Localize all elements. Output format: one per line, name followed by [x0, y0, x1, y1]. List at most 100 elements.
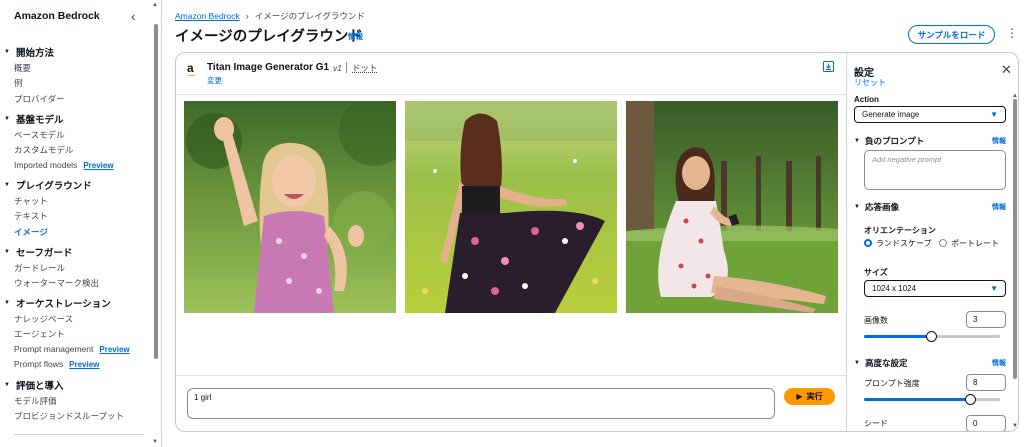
- sidebar-item-imported-models[interactable]: Imported models Preview: [14, 160, 114, 170]
- close-icon[interactable]: ✕: [1001, 62, 1012, 78]
- prompt-strength-input[interactable]: 8: [966, 374, 1006, 391]
- scroll-up-icon[interactable]: ▲: [152, 2, 158, 8]
- sidebar-item-guardrails[interactable]: ガードレール: [14, 262, 65, 274]
- sidebar-scrollbar[interactable]: [154, 24, 158, 359]
- image-count-slider[interactable]: [864, 331, 1000, 342]
- play-icon: ▶: [796, 392, 803, 401]
- model-mode[interactable]: ドット: [352, 62, 378, 74]
- sidebar-section-playground[interactable]: ▼ プレイグラウンド: [4, 178, 92, 192]
- sidebar-section-getting-started[interactable]: ▼ 開始方法: [4, 45, 54, 59]
- reset-link[interactable]: リセット: [854, 77, 886, 88]
- scroll-down-icon[interactable]: ▼: [1012, 423, 1018, 429]
- preview-badge[interactable]: Preview: [83, 161, 113, 170]
- sidebar-section-safeguards[interactable]: ▼ セーフガード: [4, 245, 72, 259]
- response-image-info-link[interactable]: 情報: [992, 202, 1006, 212]
- generated-image-1[interactable]: [184, 101, 396, 313]
- advanced-info-link[interactable]: 情報: [992, 358, 1006, 368]
- sidebar-item-providers[interactable]: プロバイダー: [14, 93, 65, 105]
- breadcrumb-current: イメージのプレイグラウンド: [254, 11, 365, 21]
- breadcrumb: Amazon Bedrock › イメージのプレイグラウンド: [175, 10, 365, 22]
- caret-down-icon: ▼: [854, 138, 860, 144]
- sidebar-item-agents[interactable]: エージェント: [14, 328, 65, 340]
- sidebar-section-orchestration[interactable]: ▼ オーケストレーション: [4, 296, 111, 310]
- caret-down-icon: ▼: [4, 300, 10, 306]
- run-button-label: 実行: [806, 392, 823, 401]
- prompt-input[interactable]: 1 girl: [187, 388, 775, 419]
- download-icon[interactable]: [823, 61, 834, 72]
- radio-unselected-icon: [939, 239, 947, 247]
- seed-label: シード: [864, 419, 888, 428]
- sidebar-item-custom-models[interactable]: カスタムモデル: [14, 144, 74, 156]
- generated-image-2[interactable]: [405, 101, 617, 313]
- orientation-portrait-radio[interactable]: ポートレート: [939, 238, 1009, 249]
- sidebar-title[interactable]: Amazon Bedrock: [14, 10, 100, 22]
- sidebar-item-model-evaluation[interactable]: モデル評価: [14, 395, 57, 407]
- action-label: Action: [854, 95, 879, 104]
- model-name: Titan Image Generator G1: [207, 62, 330, 73]
- caret-down-icon: ▼: [4, 182, 10, 188]
- negative-prompt-info-link[interactable]: 情報: [992, 136, 1006, 146]
- sidebar-item-prompt-flows[interactable]: Prompt flows Preview: [14, 359, 99, 369]
- sidebar-section-evaluation[interactable]: ▼ 評価と導入: [4, 378, 64, 392]
- generated-images-area: [176, 96, 846, 376]
- sidebar-item-overview[interactable]: 概要: [14, 62, 31, 74]
- size-label: サイズ: [864, 268, 888, 277]
- seed-input[interactable]: 0: [966, 415, 1006, 431]
- playground-panel: a Titan Image Generator G1 v1 ドット 変更 1 g…: [175, 52, 1019, 432]
- chevron-right-icon: ›: [245, 11, 249, 21]
- load-sample-button[interactable]: サンプルをロード: [908, 25, 995, 44]
- size-select[interactable]: 1024 x 1024 ▼: [864, 280, 1006, 297]
- settings-panel: 設定 リセット ✕ Action Generate image ▼ ▼ 負のプロ…: [846, 53, 1018, 431]
- sidebar-item-watermark-detection[interactable]: ウォーターマーク検出: [14, 277, 99, 289]
- caret-down-icon: ▼: [4, 249, 10, 255]
- run-button[interactable]: ▶ 実行: [784, 388, 835, 405]
- caret-down-icon: ▼: [854, 204, 860, 210]
- sidebar: Amazon Bedrock ‹ ▼ 開始方法 概要 例 プロバイダー ▼ 基盤モデ…: [0, 0, 162, 447]
- sidebar-item-prompt-management[interactable]: Prompt management Preview: [14, 344, 130, 354]
- action-select[interactable]: Generate image ▼: [854, 106, 1006, 123]
- more-options-icon[interactable]: ⋮: [1006, 26, 1018, 40]
- preview-badge[interactable]: Preview: [99, 345, 129, 354]
- slider-thumb[interactable]: [965, 394, 977, 405]
- image-count-label: 画像数: [864, 316, 888, 325]
- breadcrumb-root-link[interactable]: Amazon Bedrock: [175, 11, 240, 21]
- sidebar-item-knowledge-bases[interactable]: ナレッジベース: [14, 313, 73, 325]
- sidebar-item-chat[interactable]: チャット: [14, 195, 48, 207]
- prompt-area: 1 girl ▶ 実行: [176, 375, 846, 431]
- model-separator: [346, 62, 347, 73]
- negative-prompt-input[interactable]: Add negative prompt: [864, 150, 1006, 190]
- response-image-section[interactable]: ▼ 応答画像 情報: [854, 201, 1006, 213]
- sidebar-item-provisioned-throughput[interactable]: プロビジョンドスループット: [14, 410, 124, 422]
- page-title: イメージのプレイグラウンド: [175, 29, 363, 45]
- prompt-strength-slider[interactable]: [864, 394, 1000, 405]
- caret-down-icon: ▼: [4, 382, 10, 388]
- orientation-label: オリエンテーション: [864, 226, 936, 235]
- radio-selected-icon: [864, 239, 872, 247]
- settings-scrollbar[interactable]: [1013, 99, 1017, 379]
- orientation-landscape-radio[interactable]: ランドスケープ: [864, 238, 939, 249]
- generated-image-3[interactable]: [626, 101, 838, 313]
- model-version: v1: [333, 63, 342, 73]
- negative-prompt-section[interactable]: ▼ 負のプロンプト 情報: [854, 135, 1006, 147]
- caret-down-icon: ▼: [4, 116, 10, 122]
- caret-down-icon: ▼: [854, 360, 860, 366]
- caret-down-icon: ▼: [990, 110, 998, 119]
- advanced-settings-section[interactable]: ▼ 高度な設定 情報: [854, 357, 1006, 369]
- sidebar-item-image[interactable]: イメージ: [14, 226, 48, 238]
- slider-thumb[interactable]: [926, 331, 937, 342]
- amazon-smile-icon: [187, 73, 196, 76]
- sidebar-section-foundation-models[interactable]: ▼ 基盤モデル: [4, 112, 64, 126]
- caret-down-icon: ▼: [4, 49, 10, 55]
- sidebar-item-base-models[interactable]: ベースモデル: [14, 129, 65, 141]
- preview-badge[interactable]: Preview: [69, 360, 99, 369]
- image-count-input[interactable]: 3: [966, 311, 1006, 328]
- caret-down-icon: ▼: [990, 284, 998, 293]
- sidebar-divider: [14, 434, 144, 435]
- title-info-link[interactable]: 情報: [348, 31, 363, 42]
- collapse-sidebar-icon[interactable]: ‹: [131, 8, 136, 24]
- scroll-down-icon[interactable]: ▼: [152, 439, 158, 445]
- sidebar-item-text[interactable]: テキスト: [14, 210, 48, 222]
- change-model-link[interactable]: 変更: [207, 75, 222, 86]
- sidebar-item-examples[interactable]: 例: [14, 77, 23, 89]
- prompt-strength-label: プロンプト強度: [864, 379, 920, 388]
